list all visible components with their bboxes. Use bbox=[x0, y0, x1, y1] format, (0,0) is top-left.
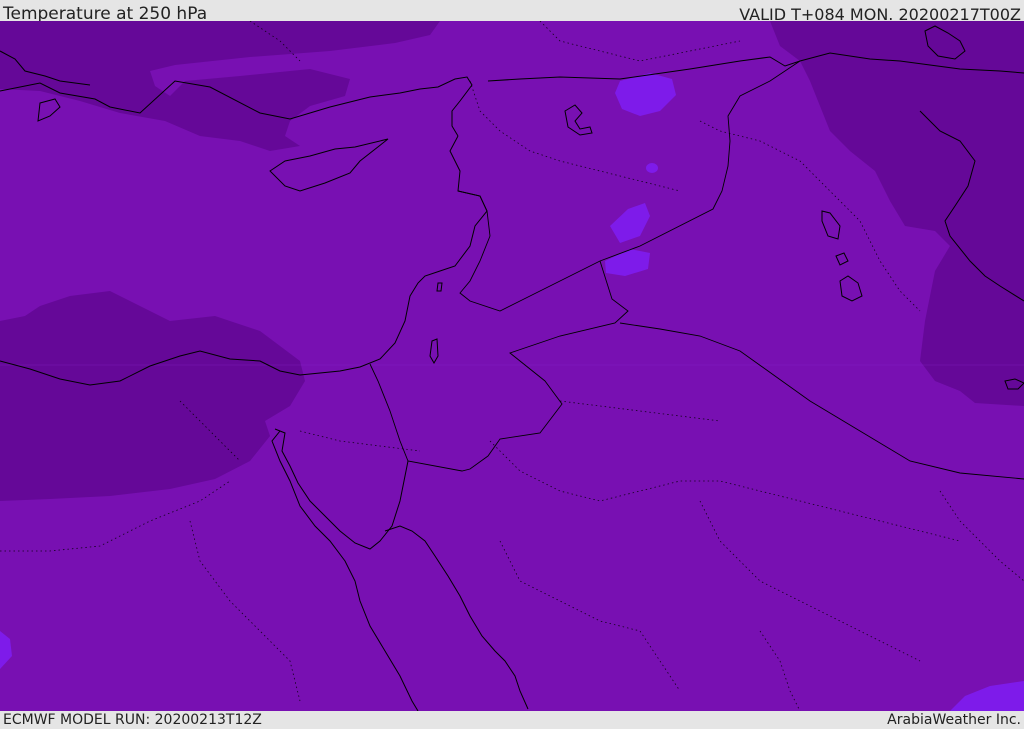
footer-bar: ECMWF MODEL RUN: 20200213T12Z ArabiaWeat… bbox=[0, 711, 1024, 729]
weather-map[interactable] bbox=[0, 21, 1024, 711]
model-run: ECMWF MODEL RUN: 20200213T12Z bbox=[3, 712, 262, 728]
credit: ArabiaWeather Inc. bbox=[887, 712, 1021, 728]
warm-patch-small bbox=[646, 163, 658, 173]
header-bar: Temperature at 250 hPa VALID T+084 MON. … bbox=[0, 0, 1024, 24]
